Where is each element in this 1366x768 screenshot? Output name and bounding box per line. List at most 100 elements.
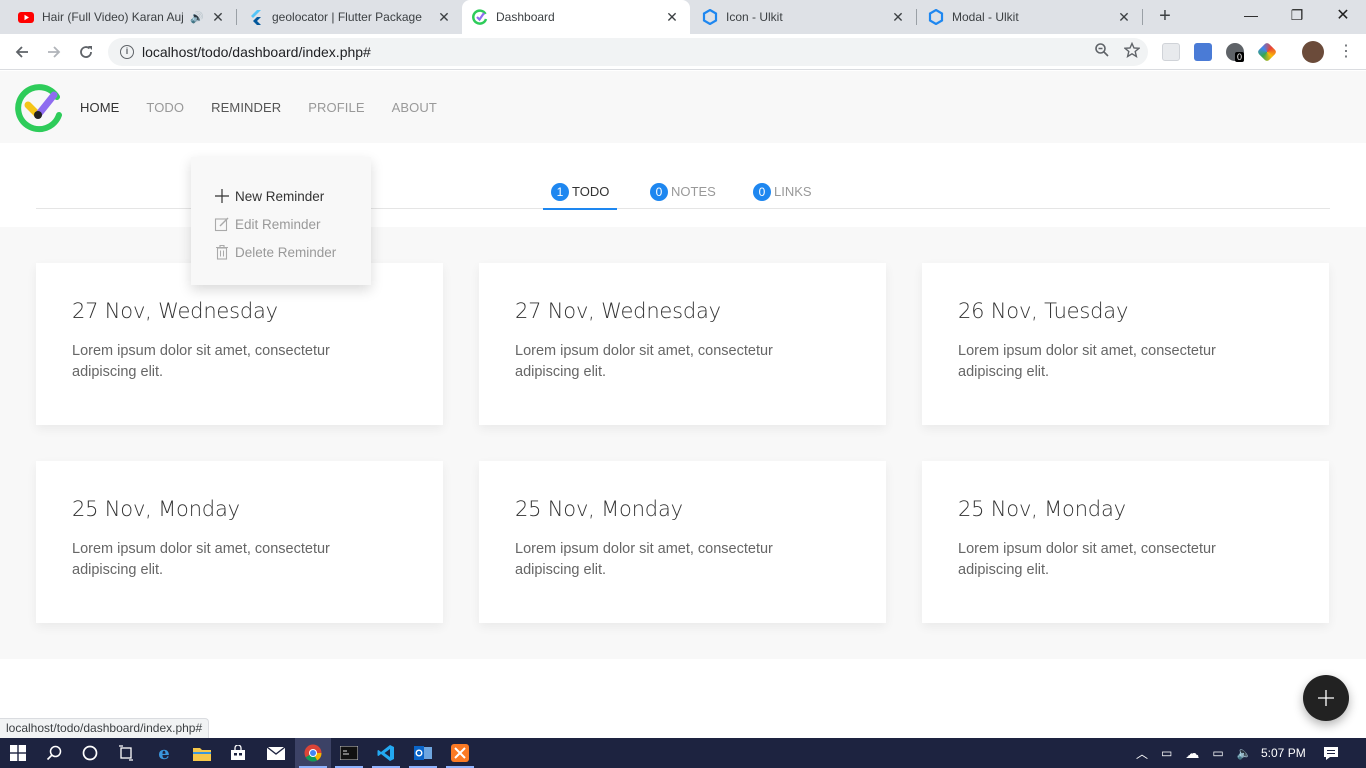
notification-icon bbox=[1324, 746, 1338, 760]
tab-notes[interactable]: 0 NOTES bbox=[642, 181, 724, 209]
volume-icon[interactable]: 🔈 bbox=[1237, 746, 1252, 760]
tab-links[interactable]: 0 LINKS bbox=[745, 181, 820, 209]
chrome-button[interactable] bbox=[295, 738, 331, 768]
close-window-button[interactable]: ✕ bbox=[1320, 0, 1366, 30]
nav-profile[interactable]: PROFILE bbox=[308, 100, 364, 115]
reminder-card[interactable]: 26 Nov, Tuesday Lorem ipsum dolor sit am… bbox=[922, 263, 1329, 425]
network-icon[interactable]: ▭ bbox=[1212, 746, 1223, 760]
address-bar[interactable]: i localhost/todo/dashboard/index.php# bbox=[108, 38, 1148, 66]
clock[interactable]: 5:07 PM bbox=[1261, 738, 1306, 768]
start-button[interactable] bbox=[0, 738, 36, 768]
kebab-menu-icon: ⋮ bbox=[1338, 43, 1354, 60]
file-explorer-button[interactable] bbox=[184, 738, 220, 768]
store-button[interactable] bbox=[220, 738, 256, 768]
edit-reminder-item[interactable]: Edit Reminder bbox=[213, 210, 371, 238]
edit-icon bbox=[213, 215, 231, 233]
delete-reminder-item[interactable]: Delete Reminder bbox=[213, 238, 371, 266]
cards-grid: 27 Nov, Wednesday Lorem ipsum dolor sit … bbox=[0, 227, 1366, 659]
extension-blank-icon[interactable] bbox=[1162, 43, 1180, 61]
tab-separator bbox=[1142, 9, 1143, 25]
mail-icon bbox=[267, 746, 285, 760]
avatar[interactable] bbox=[1302, 41, 1324, 63]
color-picker-icon[interactable] bbox=[1256, 41, 1278, 63]
close-tab-icon[interactable]: ✕ bbox=[664, 9, 680, 26]
back-button[interactable] bbox=[10, 40, 34, 64]
card-text: Lorem ipsum dolor sit amet, consectetur … bbox=[958, 343, 1216, 380]
uikit-icon bbox=[928, 8, 944, 26]
browser-tab-geolocator[interactable]: geolocator | Flutter Package ✕ bbox=[238, 0, 462, 34]
onedrive-cloud-icon[interactable]: ☁ bbox=[1185, 745, 1199, 762]
search-icon bbox=[46, 745, 62, 761]
plus-icon bbox=[213, 187, 231, 205]
plus-icon bbox=[1318, 690, 1334, 706]
vscode-button[interactable] bbox=[368, 738, 404, 768]
close-tab-icon[interactable]: ✕ bbox=[890, 9, 906, 26]
browser-tab-modal-uikit[interactable]: Modal - Ulkit ✕ bbox=[918, 0, 1143, 34]
outlook-button[interactable] bbox=[405, 738, 441, 768]
chrome-icon bbox=[304, 744, 322, 762]
mail-button[interactable] bbox=[258, 738, 294, 768]
minimize-button[interactable]: — bbox=[1228, 0, 1274, 30]
xampp-button[interactable] bbox=[442, 738, 478, 768]
menu-button[interactable]: ⋮ bbox=[1334, 40, 1358, 64]
translate-icon[interactable] bbox=[1194, 43, 1212, 61]
reload-button[interactable] bbox=[74, 40, 98, 64]
card-date: 27 Nov, Wednesday bbox=[515, 299, 721, 323]
tab-separator bbox=[236, 9, 237, 25]
card-text: Lorem ipsum dolor sit amet, consectetur … bbox=[515, 541, 773, 578]
search-button[interactable] bbox=[36, 738, 72, 768]
nav-todo[interactable]: TODO bbox=[146, 100, 184, 115]
xampp-icon bbox=[451, 744, 469, 762]
browser-tab-youtube[interactable]: Hair (Full Video) Karan Auj 🔊 ✕ bbox=[8, 0, 237, 34]
extension-badge: 0 bbox=[1235, 52, 1245, 62]
info-icon[interactable]: i bbox=[120, 45, 134, 59]
tab-label: NOTES bbox=[671, 184, 716, 199]
bookmark-star-icon[interactable] bbox=[1124, 42, 1140, 58]
tab-title: Modal - Ulkit bbox=[952, 10, 1019, 24]
edge-button[interactable]: e bbox=[146, 738, 182, 768]
network-adapter-icon[interactable]: ▭ bbox=[1161, 746, 1172, 760]
store-bag-icon bbox=[231, 745, 245, 760]
youtube-icon bbox=[18, 9, 34, 25]
reminder-card[interactable]: 27 Nov, Wednesday Lorem ipsum dolor sit … bbox=[36, 263, 443, 425]
close-tab-icon[interactable]: ✕ bbox=[436, 9, 452, 26]
zoom-icon[interactable] bbox=[1094, 42, 1110, 58]
new-tab-button[interactable]: + bbox=[1153, 6, 1177, 28]
count-badge: 0 bbox=[753, 183, 771, 201]
dropdown-label: New Reminder bbox=[235, 188, 325, 204]
audio-icon[interactable]: 🔊 bbox=[190, 11, 204, 24]
browser-toolbar: i localhost/todo/dashboard/index.php# 0 … bbox=[0, 34, 1366, 70]
cortana-button[interactable] bbox=[72, 738, 108, 768]
reminder-card[interactable]: 27 Nov, Wednesday Lorem ipsum dolor sit … bbox=[479, 263, 886, 425]
card-date: 25 Nov, Monday bbox=[515, 497, 683, 521]
task-view-button[interactable] bbox=[108, 738, 144, 768]
terminal-button[interactable] bbox=[331, 738, 367, 768]
nav-home[interactable]: HOME bbox=[80, 100, 119, 115]
extension-shield-icon[interactable]: 0 bbox=[1226, 43, 1245, 62]
nav-reminder[interactable]: REMINDER bbox=[211, 100, 281, 115]
tab-todo[interactable]: 1 TODO bbox=[543, 181, 618, 210]
action-center-button[interactable] bbox=[1323, 738, 1339, 768]
close-tab-icon[interactable]: ✕ bbox=[1116, 9, 1132, 26]
count-badge: 0 bbox=[650, 183, 668, 201]
reminder-card[interactable]: 25 Nov, Monday Lorem ipsum dolor sit ame… bbox=[36, 461, 443, 623]
close-tab-icon[interactable]: ✕ bbox=[210, 9, 226, 26]
tab-title: geolocator | Flutter Package bbox=[272, 10, 422, 24]
browser-tab-icon-uikit[interactable]: Icon - Ulkit ✕ bbox=[692, 0, 917, 34]
reminder-card[interactable]: 25 Nov, Monday Lorem ipsum dolor sit ame… bbox=[922, 461, 1329, 623]
browser-tab-dashboard[interactable]: Dashboard ✕ bbox=[462, 0, 690, 34]
top-navbar: HOME TODO REMINDER PROFILE ABOUT bbox=[0, 71, 1366, 143]
nav-about[interactable]: ABOUT bbox=[392, 100, 437, 115]
new-reminder-item[interactable]: New Reminder bbox=[213, 182, 371, 210]
arrow-right-icon bbox=[48, 46, 61, 58]
status-bar-url: localhost/todo/dashboard/index.php# bbox=[0, 718, 210, 738]
terminal-icon bbox=[340, 746, 358, 760]
app-logo[interactable] bbox=[13, 81, 65, 133]
chevron-up-icon[interactable]: ︿ bbox=[1136, 745, 1148, 762]
tab-title: Dashboard bbox=[496, 10, 555, 24]
forward-button[interactable] bbox=[42, 40, 66, 64]
reminder-card[interactable]: 25 Nov, Monday Lorem ipsum dolor sit ame… bbox=[479, 461, 886, 623]
reminder-dropdown: New Reminder Edit Reminder Delete Remind… bbox=[191, 157, 371, 285]
add-fab-button[interactable] bbox=[1303, 675, 1349, 721]
restore-button[interactable]: ❐ bbox=[1274, 0, 1320, 30]
